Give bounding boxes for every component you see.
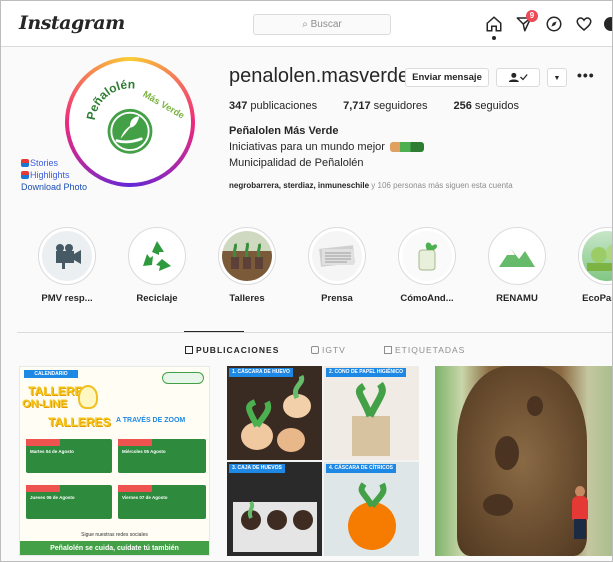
bio-line-1: Iniciativas para un mundo mejor (229, 141, 424, 153)
seedling-eggshell: 1. CÁSCARA DE HUEVO (227, 366, 322, 460)
search-icon: ⌕ (302, 19, 311, 30)
notification-badge: 9 (526, 10, 538, 22)
lightbulb-icon (78, 385, 98, 409)
stories-icon (21, 159, 29, 167)
tab-etiquetadas[interactable]: ETIQUETADAS (384, 345, 465, 355)
masverde-logo-icon: Peñalolén Más Verde (84, 77, 186, 154)
send-message-button[interactable]: Enviar mensaje (405, 68, 489, 87)
newspaper-icon (319, 245, 355, 267)
hands-plant-emoji-icon (389, 142, 424, 153)
post-talleres-online[interactable]: CALENDARIO SEMANAL TALLERES ON-LINE TALL… (19, 366, 210, 556)
tab-divider (17, 332, 612, 333)
post-tree-photo[interactable] (435, 366, 612, 556)
tree-knot (495, 436, 519, 470)
story-highlights: PMV resp... Reciclaje Talleres Prensa Có… (31, 227, 612, 307)
nav-icons: 9 (484, 10, 612, 40)
workshop-box: Miércoles 05 Agosto (118, 439, 206, 473)
instagram-logo[interactable]: Instagram (19, 12, 125, 34)
highlight-comoandar[interactable]: CómoAnd... (391, 227, 463, 304)
posts-stat: 347 publicaciones (229, 100, 318, 112)
recycle-icon (143, 241, 171, 271)
highlights-link[interactable]: Highlights (21, 169, 87, 181)
highlight-talleres[interactable]: Talleres (211, 227, 283, 304)
highlight-pmv[interactable]: PMV resp... (31, 227, 103, 304)
person-check-icon (508, 73, 528, 83)
following-button[interactable] (496, 68, 540, 87)
mountain-icon (499, 249, 535, 267)
user-avatar-icon[interactable] (604, 17, 612, 31)
suggestions-dropdown-button[interactable]: ▼ (547, 68, 567, 87)
chevron-down-icon: ▼ (553, 75, 561, 82)
stories-link[interactable]: Stories (21, 157, 87, 169)
social-text: Sigue nuestras redes sociales (81, 532, 148, 538)
bio-line-2: Municipalidad de Peñalolén (229, 157, 364, 169)
calendar-banner: CALENDARIO SEMANAL (24, 370, 78, 385)
highlight-reciclaje[interactable]: Reciclaje (121, 227, 193, 304)
highlight-renamu[interactable]: RENAMU (481, 227, 553, 304)
search-placeholder: Buscar (310, 19, 342, 30)
seedlings-icon (231, 242, 263, 269)
post-title-online: ON-LINE (22, 398, 68, 410)
direct-icon[interactable]: 9 (514, 10, 538, 34)
tree-knot (483, 494, 513, 516)
more-options-icon[interactable]: ••• (577, 67, 595, 83)
bio-name: Peñalolen Más Verde (229, 125, 339, 137)
download-photo-link[interactable]: Download Photo (21, 181, 87, 193)
tagged-icon (384, 346, 392, 354)
igtv-icon (311, 346, 319, 354)
post-title-talleres-2: TALLERES (48, 415, 111, 429)
followers-stat[interactable]: 7,717 seguidores (343, 100, 427, 112)
post-seedlings[interactable]: 1. CÁSCARA DE HUEVO 2. CONO DE PAPEL HIG… (227, 366, 419, 556)
tab-igtv[interactable]: IGTV (311, 345, 346, 355)
video-camera-icon (56, 244, 81, 269)
seedling-citrus-peel: 4. CÁSCARA DE CÍTRICOS (324, 462, 419, 556)
tab-publicaciones[interactable]: PUBLICACIONES (185, 345, 279, 355)
seedling-paper-cone: 2. CONO DE PAPEL HIGIÉNICO (324, 366, 419, 460)
active-tab-indicator (184, 331, 244, 332)
workshop-box: Viernes 07 de Agosto (118, 485, 206, 519)
extension-links: Stories Highlights Download Photo (21, 157, 87, 193)
logo-text-green: Más Verde (141, 89, 186, 121)
highlight-prensa[interactable]: Prensa (301, 227, 373, 304)
home-icon[interactable] (484, 14, 504, 40)
seedling-egg-box: 3. CAJA DE HUEVOS (227, 462, 322, 556)
workshop-box: Martes 04 de Agosto (26, 439, 112, 473)
followed-by[interactable]: negrobarrera, sterdiaz, inmuneschile y 1… (229, 181, 513, 190)
highlight-ecoparque[interactable]: EcoParque (571, 227, 612, 304)
search-input[interactable]: ⌕ Buscar (253, 14, 391, 35)
grid-icon (185, 346, 193, 354)
masverde-small-logo-icon (162, 372, 204, 384)
profile-stats: 347 publicaciones 7,717 seguidores 256 s… (229, 100, 519, 112)
post-footer-text: Peñalolén se cuida, cuídate tú también (20, 541, 209, 555)
workshop-box: Jueves 06 de Agosto (26, 485, 112, 519)
jar-plant-icon (418, 242, 438, 271)
tree-knot (527, 396, 543, 416)
park-icon (587, 244, 612, 271)
highlights-icon (21, 171, 29, 179)
active-dot (492, 36, 496, 40)
browser-frame: Instagram ⌕ Buscar 9 Peñalolén Más Verde… (0, 0, 613, 562)
via-zoom-text: A TRAVÉS DE ZOOM (116, 417, 186, 424)
person-hugging-tree (567, 484, 593, 540)
following-stat[interactable]: 256 seguidos (454, 100, 519, 112)
profile-username: penalolen.masverde (229, 65, 410, 87)
explore-icon[interactable] (544, 14, 564, 34)
top-nav: Instagram ⌕ Buscar 9 (1, 1, 612, 47)
heart-icon[interactable] (574, 14, 594, 34)
